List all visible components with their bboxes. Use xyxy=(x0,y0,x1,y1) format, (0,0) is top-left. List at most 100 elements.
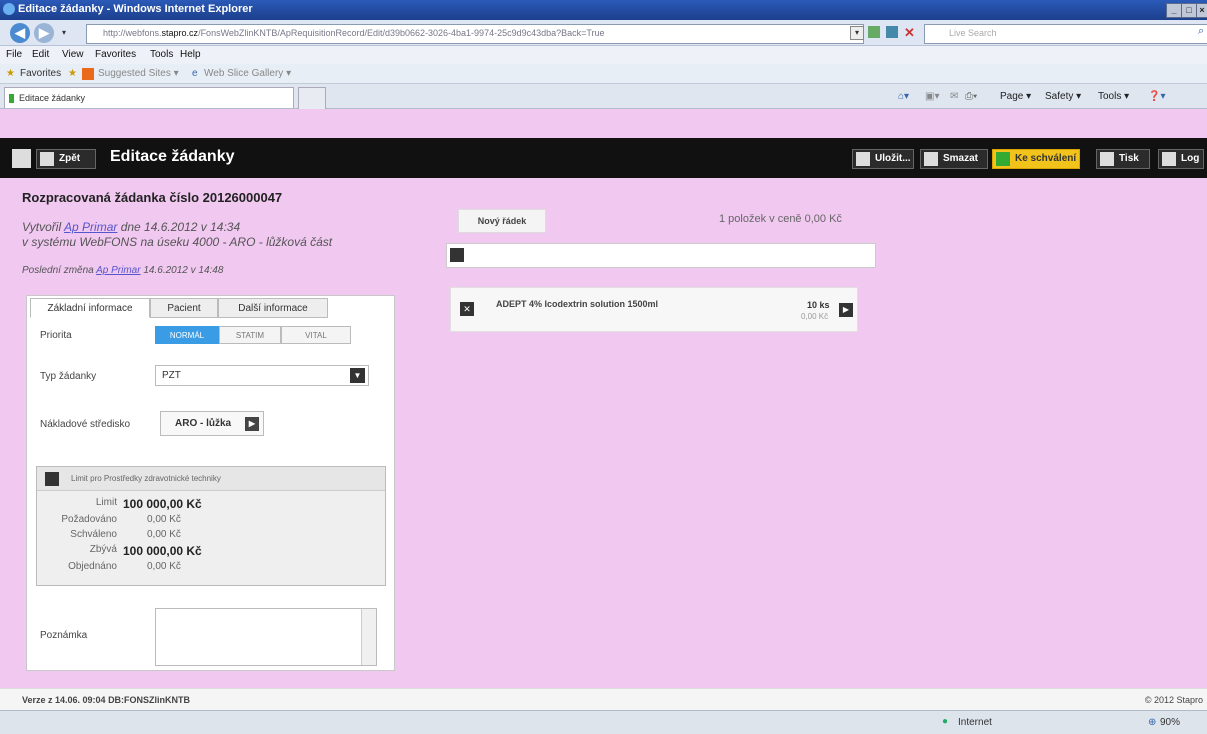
item-price: 0,00 Kč xyxy=(801,312,829,321)
url-host: stapro.cz xyxy=(161,28,199,38)
back-button[interactable]: Zpět xyxy=(36,149,96,169)
priority-label: Priorita xyxy=(40,330,72,341)
address-bar-row: ◀ ▶ ▾ http://webfons.stapro.cz/FonsWebZl… xyxy=(0,20,1207,46)
forward-nav-icon[interactable]: ▶ xyxy=(34,23,54,43)
menu-favorites[interactable]: Favorites xyxy=(95,49,136,60)
search-icon xyxy=(450,248,464,262)
zone-label: Internet xyxy=(958,717,992,728)
web-slice-icon: e xyxy=(192,68,198,79)
url-prefix: http://webfons. xyxy=(103,28,162,38)
item-search-input[interactable] xyxy=(446,243,876,268)
favorites-button[interactable]: Favorites xyxy=(20,68,61,79)
tools-menu[interactable]: Tools ▾ xyxy=(1098,91,1129,102)
save-button[interactable]: Uložit... xyxy=(852,149,914,169)
cost-center-value: ARO - lůžka xyxy=(175,418,232,429)
delete-icon xyxy=(924,152,938,166)
check-icon xyxy=(996,152,1010,166)
maximize-button[interactable]: □ xyxy=(1181,3,1197,18)
log-icon xyxy=(1162,152,1176,166)
home-icon[interactable]: ⌂▾ xyxy=(898,91,909,102)
created-prefix: Vytvořil xyxy=(22,220,65,234)
approve-button[interactable]: Ke schválení xyxy=(992,149,1080,169)
stop-icon[interactable]: ✕ xyxy=(904,25,915,41)
live-search-input[interactable]: Live Search xyxy=(924,24,1207,44)
history-dropdown-icon[interactable]: ▾ xyxy=(62,28,66,37)
limit-header-text: Limit pro Prostředky zdravotnické techni… xyxy=(71,474,221,483)
web-slice-gallery-link[interactable]: Web Slice Gallery ▾ xyxy=(204,68,291,79)
search-icon[interactable]: ⌕ xyxy=(1198,25,1204,38)
created-user-link[interactable]: Ap Primar xyxy=(64,220,117,234)
priority-vital[interactable]: VITAL xyxy=(281,326,351,344)
browser-menu-bar: File Edit View Favorites Tools Help xyxy=(0,46,1207,64)
compat-view-icon[interactable] xyxy=(868,26,880,38)
address-dropdown-icon[interactable]: ▾ xyxy=(850,26,864,40)
ie-icon xyxy=(3,3,15,15)
tab-patient[interactable]: Pacient xyxy=(150,298,218,318)
version-text: Verze z 14.06. 09:04 DB:FONSZlinKNTB xyxy=(22,695,191,705)
zoom-level[interactable]: 90% xyxy=(1160,717,1180,728)
note-scrollbar[interactable] xyxy=(361,609,376,665)
ordered-value: 0,00 Kč xyxy=(147,561,181,572)
window-title-bar: Editace žádanky - Windows Internet Explo… xyxy=(0,0,1207,20)
type-value: PZT xyxy=(162,370,181,381)
favorites-star-icon: ★ xyxy=(6,68,15,79)
note-textarea[interactable] xyxy=(155,608,377,666)
mail-icon[interactable]: ✉ xyxy=(950,91,958,102)
app-title: Editace žádanky xyxy=(110,148,235,165)
tab-basic-info[interactable]: Základní informace xyxy=(30,298,150,318)
home-app-icon[interactable] xyxy=(12,149,31,168)
print-icon[interactable]: ⎙▾ xyxy=(965,91,977,102)
requested-value: 0,00 Kč xyxy=(147,514,181,525)
remove-item-icon[interactable]: ✕ xyxy=(460,302,474,316)
cost-center-button[interactable]: ARO - lůžka ▶ xyxy=(160,411,264,436)
type-label: Typ žádanky xyxy=(40,371,97,382)
url-rest: /FonsWebZlinKNTB/ApRequisitionRecord/Edi… xyxy=(198,28,605,38)
menu-view[interactable]: View xyxy=(62,49,84,60)
page-menu[interactable]: Page ▾ xyxy=(1000,91,1031,102)
menu-help[interactable]: Help xyxy=(180,49,201,60)
delete-button[interactable]: Smazat xyxy=(920,149,988,169)
delete-label: Smazat xyxy=(943,153,979,164)
close-button[interactable]: × xyxy=(1196,3,1207,18)
priority-normal[interactable]: NORMÁL xyxy=(155,326,219,344)
approved-value: 0,00 Kč xyxy=(147,529,181,540)
minimize-button[interactable]: _ xyxy=(1166,3,1182,18)
collapse-icon xyxy=(45,472,59,486)
limit-header[interactable]: Limit pro Prostředky zdravotnické techni… xyxy=(37,467,385,491)
print-button[interactable]: Tisk xyxy=(1096,149,1150,169)
tab-more-info[interactable]: Další informace xyxy=(218,298,328,318)
created-suffix: dne 14.6.2012 v 14:34 xyxy=(117,220,241,234)
add-favorite-icon[interactable]: ★ xyxy=(68,68,77,79)
suggested-sites-link[interactable]: Suggested Sites ▾ xyxy=(98,68,179,79)
log-button[interactable]: Log xyxy=(1158,149,1204,169)
menu-tools[interactable]: Tools xyxy=(150,49,173,60)
menu-edit[interactable]: Edit xyxy=(32,49,49,60)
changed-prefix: Poslední změna xyxy=(22,265,97,276)
type-select[interactable]: PZT ▼ xyxy=(155,365,369,386)
requested-key: Požadováno xyxy=(61,514,117,525)
address-input[interactable]: http://webfons.stapro.cz/FonsWebZlinKNTB… xyxy=(86,24,864,44)
back-nav-icon[interactable]: ◀ xyxy=(10,23,30,43)
suggested-sites-icon xyxy=(82,68,94,80)
feeds-icon[interactable]: ▣▾ xyxy=(925,91,939,102)
zoom-icon[interactable]: ⊕ xyxy=(1148,717,1156,728)
list-item[interactable]: ✕ ADEPT 4% Icodextrin solution 1500ml 10… xyxy=(450,287,858,332)
refresh-icon[interactable] xyxy=(886,26,898,38)
new-tab-button[interactable] xyxy=(298,87,326,109)
chevron-right-icon[interactable]: ▶ xyxy=(839,303,853,317)
changed-suffix: 14.6.2012 v 14:48 xyxy=(140,265,224,276)
app-header: Zpět Editace žádanky Uložit... Smazat Ke… xyxy=(0,138,1207,178)
menu-file[interactable]: File xyxy=(6,49,22,60)
ordered-key: Objednáno xyxy=(68,561,117,572)
save-label: Uložit... xyxy=(875,153,911,164)
priority-statim[interactable]: STATIM xyxy=(219,326,281,344)
approved-key: Schváleno xyxy=(70,529,117,540)
last-change-line: Poslední změna Ap Primar 14.6.2012 v 14:… xyxy=(22,265,223,276)
safety-menu[interactable]: Safety ▾ xyxy=(1045,91,1081,102)
limit-box: Limit pro Prostředky zdravotnické techni… xyxy=(36,466,386,586)
changed-user-link[interactable]: Ap Primar xyxy=(96,265,140,276)
browser-tab-active[interactable]: Editace žádanky xyxy=(4,87,294,108)
window-title: Editace žádanky - Windows Internet Explo… xyxy=(18,3,253,15)
new-row-button[interactable]: Nový řádek xyxy=(458,209,546,233)
help-icon[interactable]: ❓▾ xyxy=(1148,91,1165,102)
